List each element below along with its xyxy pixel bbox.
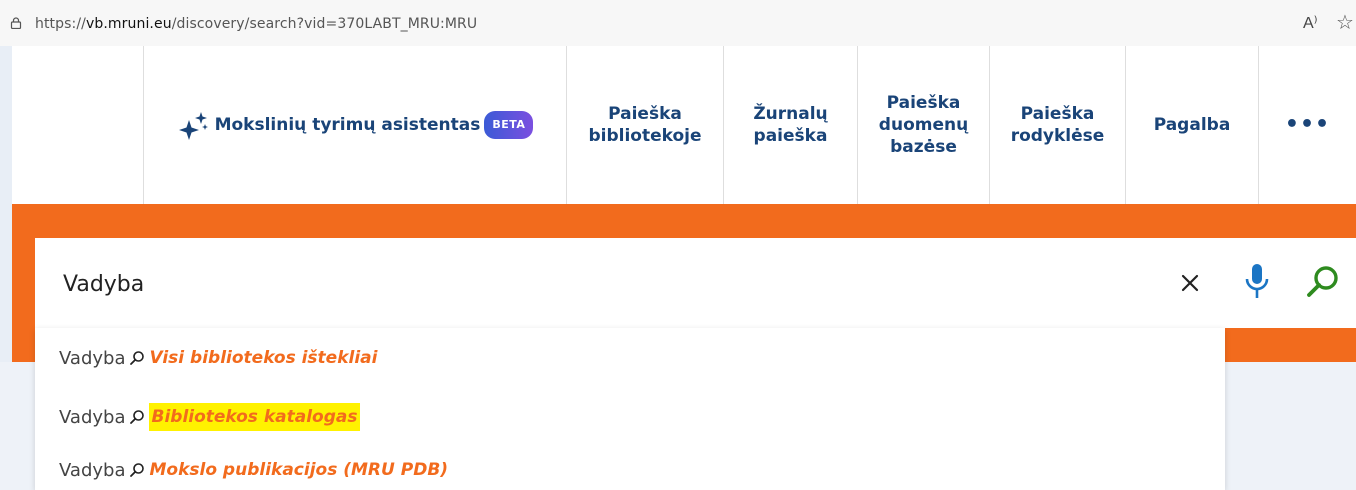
browser-address-bar: https://vb.mruni.eu/discovery/search?vid… — [0, 0, 1356, 46]
url-path: /discovery/search?vid=370LABT_MRU:MRU — [171, 16, 478, 32]
left-edge — [0, 204, 12, 362]
nav-index-search[interactable]: Paieška rodyklėse — [989, 46, 1125, 204]
suggestion-item[interactable]: Vadyba Visi bibliotekos ištekliai — [35, 336, 1225, 380]
url-field[interactable]: https://vb.mruni.eu/discovery/search?vid… — [35, 16, 477, 32]
suggestion-term: Vadyba — [59, 406, 126, 428]
left-edge — [0, 46, 12, 204]
suggestion-term: Vadyba — [59, 459, 126, 481]
magnifier-icon — [130, 410, 145, 424]
sparkle-icon — [178, 112, 208, 140]
magnifier-icon — [130, 463, 145, 477]
nav-more[interactable]: ••• — [1258, 46, 1356, 204]
suggestion-term: Vadyba — [59, 347, 126, 369]
magnifier-icon — [130, 351, 145, 365]
suggestion-scope: Visi bibliotekos ištekliai — [149, 348, 378, 368]
search-icon[interactable] — [1305, 264, 1341, 300]
main-navigation: Mokslinių tyrimų asistentas BETA Paieška… — [0, 46, 1356, 204]
suggestion-scope: Bibliotekos katalogas — [149, 403, 360, 431]
read-aloud-icon[interactable]: A⁾ — [1303, 13, 1318, 33]
more-dots-icon: ••• — [1284, 112, 1331, 137]
microphone-icon[interactable] — [1243, 262, 1271, 302]
nav-research-assistant-label: Mokslinių tyrimų asistentas — [214, 115, 481, 135]
url-host: vb.mruni.eu — [85, 16, 172, 32]
nav-research-assistant[interactable]: Mokslinių tyrimų asistentas BETA — [143, 46, 566, 204]
clear-icon[interactable] — [1177, 270, 1203, 296]
site-info-icon[interactable] — [10, 17, 22, 29]
search-suggestions: Vadyba Visi bibliotekos ištekliai Vadyba… — [35, 328, 1225, 490]
search-bar[interactable]: Vadyba — [35, 238, 1356, 328]
nav-help[interactable]: Pagalba — [1125, 46, 1258, 204]
nav-journal-search[interactable]: Žurnalų paieška — [723, 46, 857, 204]
suggestion-item[interactable]: Vadyba Mokslo publikacijos (MRU PDB) — [35, 448, 1225, 490]
beta-badge: BETA — [484, 111, 534, 139]
url-prefix: https:// — [35, 16, 86, 32]
suggestion-item[interactable]: Vadyba Bibliotekos katalogas — [35, 395, 1225, 439]
search-input[interactable]: Vadyba — [63, 272, 144, 297]
nav-search-library[interactable]: Paieška bibliotekoje — [566, 46, 723, 204]
suggestion-scope: Mokslo publikacijos (MRU PDB) — [149, 460, 449, 480]
favorite-star-icon[interactable]: ☆ — [1336, 10, 1354, 35]
nav-database-search[interactable]: Paieška duomenų bazėse — [857, 46, 989, 204]
